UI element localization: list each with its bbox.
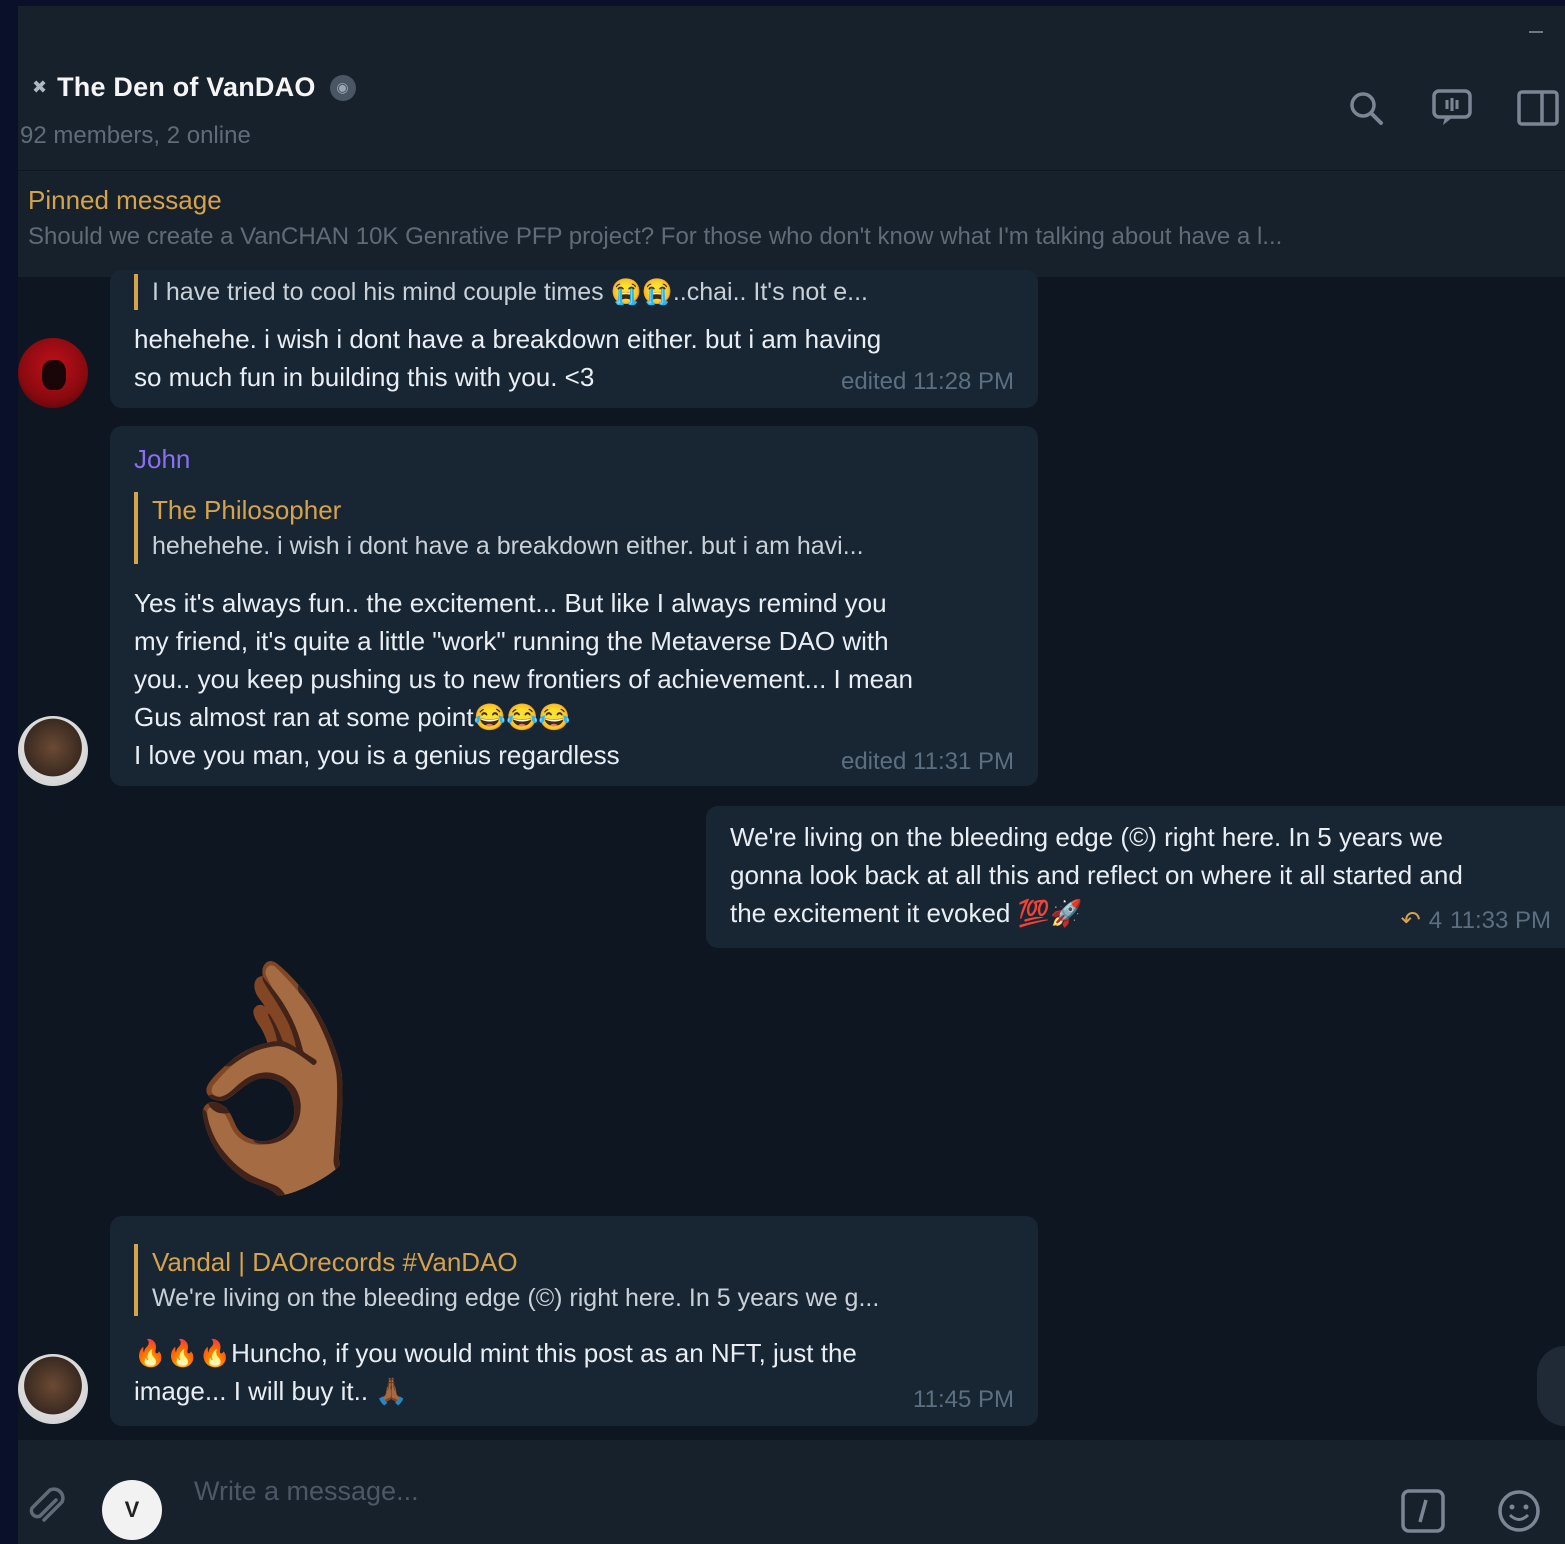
message-composer: V Write a message...	[18, 1440, 1565, 1544]
outgoing-message-bubble[interactable]: We're living on the bleeding edge (©) ri…	[706, 806, 1565, 948]
message-bubble[interactable]: Vandal | DAOrecords #VanDAO We're living…	[110, 1216, 1038, 1426]
pinned-text: Should we create a VanCHAN 10K Genrative…	[28, 223, 1283, 250]
group-badge-icon: ◉	[329, 74, 356, 101]
pinned-label: Pinned message	[28, 185, 222, 215]
message-meta: ↶ 4 11:33 PM	[1401, 906, 1551, 935]
sidebar-toggle-icon[interactable]	[1516, 86, 1560, 130]
reply-count[interactable]: 4	[1429, 907, 1442, 935]
send-as-avatar[interactable]: V	[102, 1480, 162, 1540]
search-icon[interactable]	[1344, 86, 1388, 130]
message-text: hehehehe. i wish i dont have a breakdown…	[134, 324, 882, 392]
attach-icon[interactable]	[22, 1484, 70, 1532]
reply-text: hehehehe. i wish i dont have a breakdown…	[152, 532, 864, 560]
reply-text: We're living on the bleeding edge (©) ri…	[152, 1284, 880, 1312]
avatar[interactable]	[18, 716, 88, 786]
video-chat-icon[interactable]	[1430, 86, 1474, 130]
avatar[interactable]	[18, 338, 88, 408]
emoji-icon[interactable]	[1494, 1486, 1544, 1536]
reply-preview[interactable]: The Philosopher hehehehe. i wish i dont …	[134, 492, 1012, 564]
chat-title[interactable]: The Den of VanDAO	[57, 72, 315, 103]
message-time: edited 11:31 PM	[840, 748, 1014, 775]
minimize-icon[interactable]	[1529, 31, 1543, 33]
window-titlebar	[18, 6, 1565, 50]
message-bubble[interactable]: I have tried to cool his mind couple tim…	[110, 270, 1038, 408]
reply-preview[interactable]: Vandal | DAOrecords #VanDAO We're living…	[134, 1244, 1012, 1316]
reply-sender: The Philosopher	[152, 495, 342, 525]
sender-name[interactable]: John	[134, 444, 190, 475]
reply-text: I have tried to cool his mind couple tim…	[152, 278, 868, 306]
message-time: edited 11:28 PM	[840, 368, 1014, 395]
chat-header[interactable]: ✖ The Den of VanDAO ◉ 92 members, 2 onli…	[18, 50, 1565, 170]
message-text: 🔥🔥🔥Huncho, if you would mint this post a…	[134, 1338, 857, 1406]
member-count: 92 members, 2 online	[20, 122, 251, 149]
group-icon: ✖	[32, 77, 48, 97]
scroll-down-button[interactable]	[1537, 1346, 1565, 1426]
message-text: Yes it's always fun.. the excitement... …	[134, 588, 913, 770]
avatar[interactable]	[18, 1354, 88, 1424]
reply-arrow-icon: ↶	[1400, 907, 1421, 934]
sticker-ok-hand[interactable]: 👌🏾	[138, 936, 412, 1216]
reply-preview[interactable]: I have tried to cool his mind couple tim…	[134, 274, 1012, 310]
reply-sender: Vandal | DAOrecords #VanDAO	[152, 1247, 518, 1277]
telegram-window: ✖ The Den of VanDAO ◉ 92 members, 2 onli…	[18, 6, 1565, 1544]
bot-commands-icon[interactable]	[1398, 1486, 1448, 1536]
message-input[interactable]: Write a message...	[194, 1476, 419, 1507]
pinned-message-bar[interactable]: Pinned message Should we create a VanCHA…	[18, 170, 1565, 277]
message-time: 11:33 PM	[1450, 906, 1551, 934]
message-bubble[interactable]: John The Philosopher hehehehe. i wish i …	[110, 426, 1038, 786]
message-text: We're living on the bleeding edge (©) ri…	[730, 822, 1463, 928]
message-time: 11:45 PM	[913, 1386, 1014, 1413]
